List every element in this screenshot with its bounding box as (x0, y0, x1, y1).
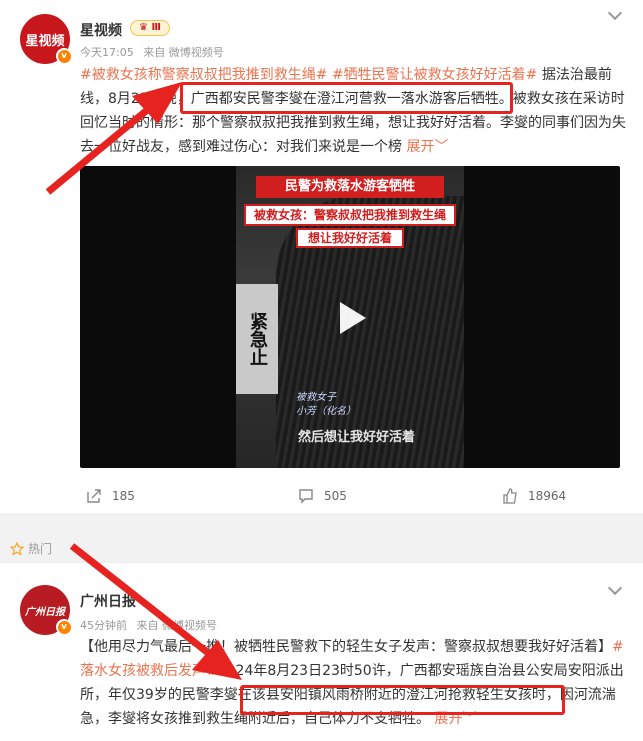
post-time[interactable]: 45分钟前 (80, 619, 127, 632)
chevron-down-icon[interactable] (607, 580, 623, 596)
author-name[interactable]: 星视频 (80, 20, 122, 40)
author-name[interactable]: 广州日报 (80, 591, 136, 611)
comment-button[interactable]: 505 (298, 488, 347, 504)
post-meta: 45分钟前 来自 微博视频号 (80, 617, 217, 633)
post-text: 【他用尽力气最后一推！被牺牲民警救下的轻生女子发声：警察叔叔想要我好好活着】#落… (80, 639, 624, 727)
chevron-down-icon[interactable] (607, 5, 623, 21)
video-title-1: 民警为救落水游客牺牲 (256, 176, 444, 198)
expand-link[interactable]: 展开﹀ (406, 139, 448, 155)
highlight-annotation-box (180, 82, 513, 114)
verified-badge-icon: v (56, 48, 72, 64)
share-button[interactable]: 185 (86, 488, 135, 504)
video-subtitle: 然后想让我好好活着 (298, 430, 416, 445)
highlight-annotation-box (240, 685, 565, 715)
weibo-post-2: 广州日报 v 广州日报 45分钟前 来自 微博视频号 【他用尽力气最后一推！被牺… (0, 562, 643, 741)
post-source: 来自 微博视频号 (136, 619, 218, 632)
topic-link[interactable]: #牺牲民警让被救女孩好好活着# (332, 67, 537, 83)
post-time[interactable]: 今天17:05 (80, 46, 134, 59)
video-caption-name: 小芳（化名） (296, 406, 356, 417)
video-caption-role: 被救女子 (296, 392, 336, 403)
play-icon[interactable] (330, 298, 370, 338)
share-icon (87, 489, 101, 503)
comment-icon (299, 489, 313, 504)
post-source: 来自 微博视频号 (143, 46, 224, 59)
action-bar: 185 505 18964 (0, 478, 643, 514)
video-player[interactable]: 紧急止 民警为救落水游客牺牲 被救女孩：警察叔叔把我推到救生绳 想让我好好活着 … (80, 166, 620, 468)
hot-label: 热门 (10, 540, 52, 557)
star-icon (10, 541, 24, 556)
verified-badge-icon: v (56, 619, 72, 635)
video-sign: 紧急止 (236, 284, 278, 394)
topic-link[interactable]: #被救女孩称警察叔叔把我推到救生绳# (80, 67, 327, 83)
thumbs-up-icon (503, 488, 517, 504)
video-title-3: 想让我好好活着 (296, 228, 404, 248)
video-title-2: 被救女孩：警察叔叔把我推到救生绳 (244, 204, 456, 226)
post-meta: 今天17:05 来自 微博视频号 (80, 44, 224, 60)
like-button[interactable]: 18964 (502, 488, 566, 504)
weibo-post-1: 星视频 v 星视频 ♛ Ⅲ 今天17:05 来自 微博视频号 #被救女孩称警察叔… (0, 0, 643, 513)
member-crown-icon: ♛ Ⅲ (130, 20, 170, 36)
